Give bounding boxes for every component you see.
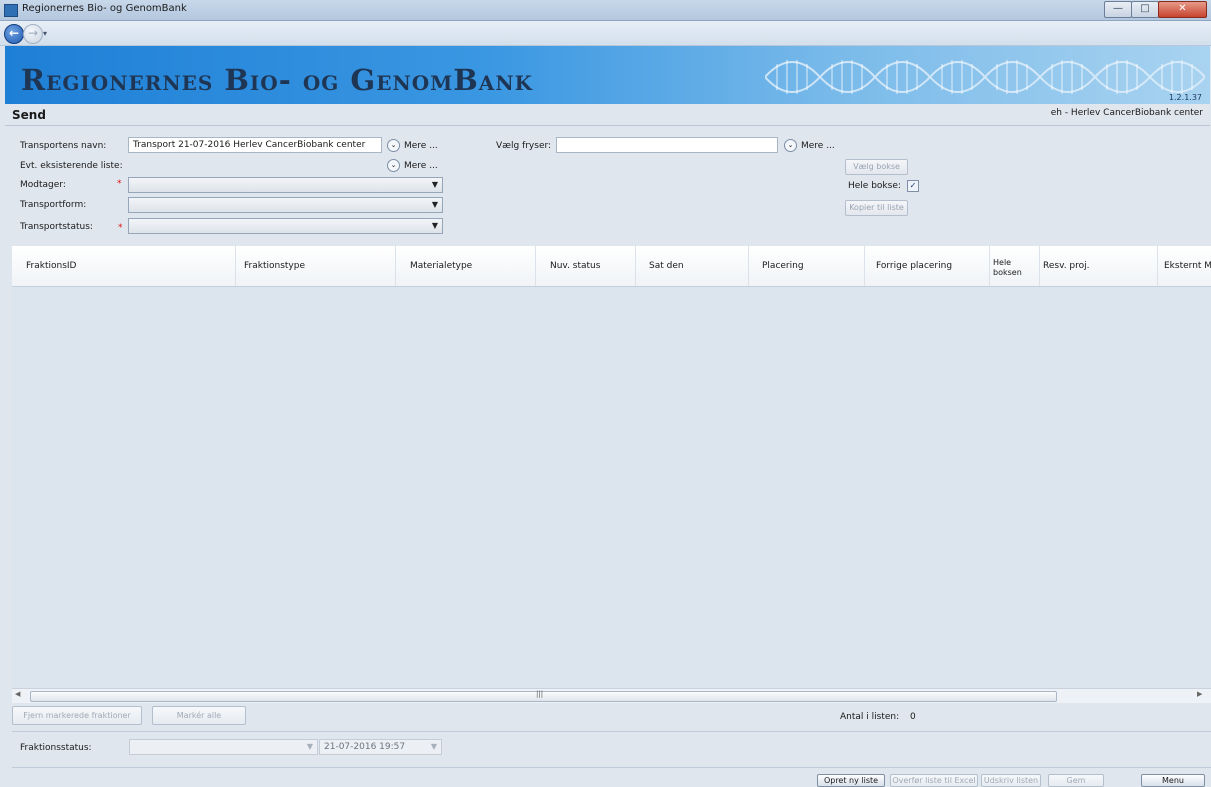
transport-form-select[interactable]: ▼ [128, 197, 443, 213]
copy-to-list-button[interactable]: Kopier til liste [845, 200, 908, 216]
required-marker: * [117, 179, 122, 189]
freezer-input[interactable] [556, 137, 778, 153]
new-list-button[interactable]: Opret ny liste [817, 774, 885, 787]
print-list-button[interactable]: Udskriv listen [981, 774, 1041, 787]
app-banner: Regionernes Bio- og GenomBank 1.2.1.37 [5, 46, 1210, 104]
navigation-bar: ← → ▾ [0, 21, 1211, 46]
column-header-forrige-placering[interactable]: Forrige placering [865, 246, 990, 286]
dropdown-arrow-icon: ▼ [306, 742, 313, 751]
mark-all-button[interactable]: Markér alle [152, 706, 246, 725]
freezer-more-button[interactable]: ⌄ Mere ... [784, 139, 835, 152]
transport-form-label: Transportform: [20, 200, 87, 210]
history-dropdown-icon[interactable]: ▾ [43, 29, 47, 38]
close-icon: ✕ [1178, 3, 1187, 14]
grip-icon: ||| [536, 690, 544, 698]
page-title: Send [12, 108, 46, 122]
receiver-select[interactable]: ▼ [128, 177, 443, 193]
count-value: 0 [910, 712, 916, 722]
remove-selected-button[interactable]: Fjern markerede fraktioner [12, 706, 142, 725]
horizontal-scrollbar[interactable]: ◀ ||| ▶ [12, 688, 1211, 703]
whole-boxes-label: Hele bokse: [848, 181, 901, 191]
required-marker: * [118, 223, 123, 233]
choose-freezer-label: Vælg fryser: [496, 141, 552, 151]
transport-name-more-button[interactable]: ⌄ Mere ... [387, 139, 438, 152]
date-picker[interactable]: 21-07-2016 19:57 ▼ [319, 739, 442, 755]
existing-list-more-button[interactable]: ⌄ Mere ... [387, 159, 438, 172]
more-label: Mere ... [404, 141, 438, 151]
transport-status-select[interactable]: ▼ [128, 218, 443, 234]
close-button[interactable]: ✕ [1158, 1, 1207, 18]
forward-button[interactable]: → [23, 24, 43, 44]
chevron-down-icon: ⌄ [387, 139, 400, 152]
user-center-label: eh - Herlev CancerBiobank center [1050, 108, 1203, 118]
transport-name-input[interactable]: Transport 21-07-2016 Herlev CancerBioban… [128, 137, 382, 153]
menu-button[interactable]: Menu [1141, 774, 1205, 787]
dropdown-arrow-icon: ▼ [431, 200, 438, 209]
date-value: 21-07-2016 19:57 [324, 742, 406, 752]
column-header-fraktionstype[interactable]: Fraktionstype [236, 246, 396, 286]
transport-status-label: Transportstatus: [20, 222, 93, 232]
column-header-materialetype[interactable]: Materialetype [396, 246, 536, 286]
checkmark-icon: ✓ [909, 181, 917, 190]
grid-header: FraktionsID Fraktionstype Materialetype … [12, 246, 1211, 287]
maximize-button[interactable]: □ [1131, 1, 1159, 18]
save-button[interactable]: Gem [1048, 774, 1104, 787]
column-header-eksternt[interactable]: Eksternt M [1158, 246, 1211, 286]
back-arrow-icon: ← [8, 26, 20, 40]
scroll-left-icon[interactable]: ◀ [15, 690, 20, 698]
chevron-down-icon: ⌄ [387, 159, 400, 172]
scroll-right-icon[interactable]: ▶ [1197, 690, 1202, 698]
app-icon [4, 4, 18, 17]
column-header-hele-boksen[interactable]: Hele boksen [990, 246, 1040, 286]
minimize-icon: — [1113, 3, 1123, 14]
footer-divider [12, 767, 1211, 768]
export-excel-button[interactable]: Overfør liste til Excel [890, 774, 978, 787]
whole-boxes-checkbox[interactable]: ✓ [907, 180, 919, 192]
column-header-resv-proj[interactable]: Resv. proj. [1040, 246, 1158, 286]
choose-box-button[interactable]: Vælg bokse [845, 159, 908, 175]
fraction-status-label: Fraktionsstatus: [20, 743, 92, 753]
back-button[interactable]: ← [4, 24, 24, 44]
fractions-grid[interactable]: FraktionsID Fraktionstype Materialetype … [12, 246, 1211, 688]
minimize-button[interactable]: — [1104, 1, 1132, 18]
version-label: 1.2.1.37 [1168, 93, 1202, 102]
window-titlebar: Regionernes Bio- og GenomBank — □ ✕ [0, 0, 1211, 21]
dna-helix-graphic [765, 60, 1205, 94]
maximize-icon: □ [1140, 3, 1150, 14]
existing-list-label: Evt. eksisterende liste: [20, 161, 123, 171]
more-label: Mere ... [801, 141, 835, 151]
footer-divider [12, 731, 1211, 732]
column-header-fraktionsid[interactable]: FraktionsID [12, 246, 236, 286]
window-title: Regionernes Bio- og GenomBank [22, 3, 187, 14]
transport-name-label: Transportens navn: [20, 141, 107, 151]
column-header-nuv-status[interactable]: Nuv. status [536, 246, 636, 286]
dropdown-arrow-icon: ▼ [431, 180, 438, 189]
column-header-sat-den[interactable]: Sat den [636, 246, 749, 286]
chevron-down-icon: ⌄ [784, 139, 797, 152]
dropdown-arrow-icon: ▼ [431, 221, 438, 230]
receiver-label: Modtager: [20, 180, 66, 190]
scrollbar-thumb[interactable]: ||| [30, 690, 1057, 702]
forward-arrow-icon: → [27, 26, 39, 40]
more-label: Mere ... [404, 161, 438, 171]
banner-title: Regionernes Bio- og GenomBank [21, 63, 533, 97]
dropdown-arrow-icon: ▼ [430, 742, 437, 751]
header-divider [5, 125, 1210, 126]
count-label: Antal i listen: [840, 712, 900, 722]
column-header-placering[interactable]: Placering [749, 246, 865, 286]
fraction-status-select[interactable]: ▼ [129, 739, 318, 755]
